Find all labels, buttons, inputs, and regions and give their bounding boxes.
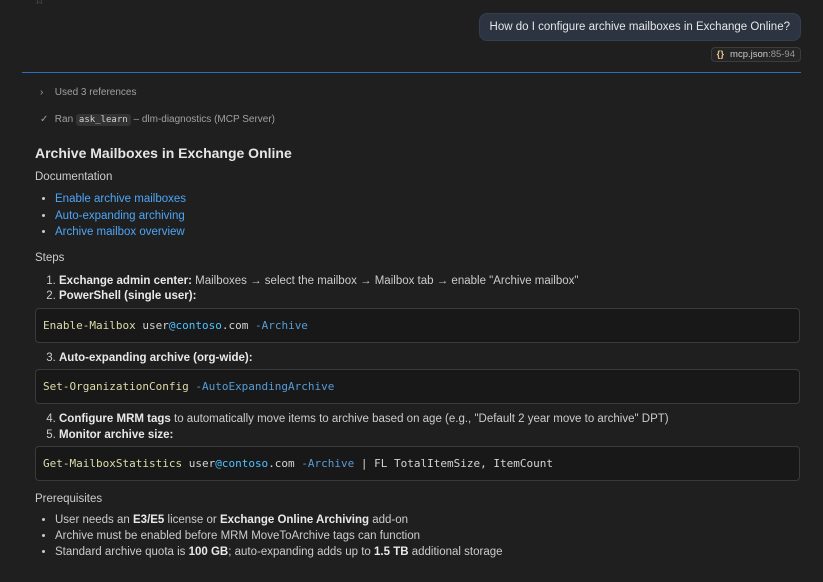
chat-panel: ☆ How do I configure archive mailboxes i… [0, 0, 823, 582]
step-item: Exchange admin center: Mailboxes → selec… [59, 274, 800, 290]
code-token: @contoso [215, 457, 269, 470]
prerequisite-item: User needs an E3/E5 license or Exchange … [55, 512, 800, 528]
list-item: Enable archive mailboxes [55, 192, 800, 207]
steps-list-b: Auto-expanding archive (org-wide): [35, 351, 800, 367]
code-token: .com [221, 318, 255, 332]
step-item: Monitor archive size: [59, 428, 800, 444]
step-item: PowerShell (single user): [59, 289, 800, 305]
code-token: user [182, 457, 216, 470]
list-item: Auto-expanding archiving [55, 209, 800, 224]
response-divider [22, 72, 801, 73]
prerequisite-item: Standard archive quota is 100 GB; auto-e… [55, 544, 800, 560]
code-token: Set-OrganizationConfig [43, 380, 189, 393]
chevron-right-icon: › [40, 87, 44, 98]
code-token: -AutoExpandingArchive [195, 380, 335, 393]
code-block[interactable]: Set-OrganizationConfig -AutoExpandingArc… [35, 369, 800, 404]
list-item: Archive mailbox overview [55, 225, 800, 240]
doc-link-enable-archive[interactable]: Enable archive mailboxes [55, 193, 186, 205]
star-icon[interactable]: ☆ [34, 0, 45, 7]
doc-link-auto-expanding[interactable]: Auto-expanding archiving [55, 210, 185, 222]
steps-heading: Steps [35, 251, 65, 264]
code-token: -Archive [301, 457, 355, 470]
tool-name: ask_learn [75, 114, 131, 126]
tool-run-prefix: Ran [54, 114, 74, 125]
code-token: -Archive [254, 318, 308, 332]
doc-links-list: Enable archive mailboxes Auto-expanding … [35, 192, 800, 240]
code-token: | FL TotalItemSize, ItemCount [354, 457, 553, 470]
references-label: Used 3 references [54, 87, 137, 98]
response-content: Archive Mailboxes in Exchange Online Doc… [35, 145, 800, 560]
prerequisites-heading: Prerequisites [35, 493, 103, 505]
code-token: @contoso [168, 318, 222, 332]
file-name: mcp.json [730, 49, 769, 60]
code-token: Enable-Mailbox [43, 318, 136, 332]
code-block[interactable]: Get-MailboxStatistics user@contoso.com -… [35, 446, 800, 481]
code-token: .com [268, 457, 302, 470]
tool-run-row: ✓ Ran ask_learn – dlm-diagnostics (MCP S… [40, 114, 276, 126]
doc-link-archive-overview[interactable]: Archive mailbox overview [55, 226, 185, 238]
check-icon: ✓ [40, 114, 49, 125]
user-message: How do I configure archive mailboxes in … [478, 13, 801, 41]
documentation-heading: Documentation [35, 171, 113, 183]
prerequisites-list: User needs an E3/E5 license or Exchange … [35, 512, 800, 560]
code-token: user [135, 318, 169, 332]
step-item: Auto-expanding archive (org-wide): [59, 351, 800, 367]
steps-list-c: Configure MRM tags to automatically move… [35, 412, 800, 443]
prerequisite-item: Archive must be enabled before MRM MoveT… [55, 528, 800, 544]
step-item: Configure MRM tags to automatically move… [59, 412, 800, 428]
steps-list-a: Exchange admin center: Mailboxes → selec… [35, 274, 800, 305]
code-token: Get-MailboxStatistics [43, 457, 183, 470]
line-range: :85-94 [768, 49, 795, 60]
json-file-icon: {} [716, 49, 725, 60]
references-toggle[interactable]: › Used 3 references [40, 87, 137, 98]
tool-run-suffix: – dlm-diagnostics (MCP Server) [133, 114, 276, 125]
code-block[interactable]: Enable-Mailbox user@contoso.com -Archive [35, 307, 800, 343]
file-reference-chip[interactable]: {} mcp.json:85-94 [710, 47, 801, 62]
response-title: Archive Mailboxes in Exchange Online [35, 145, 292, 161]
